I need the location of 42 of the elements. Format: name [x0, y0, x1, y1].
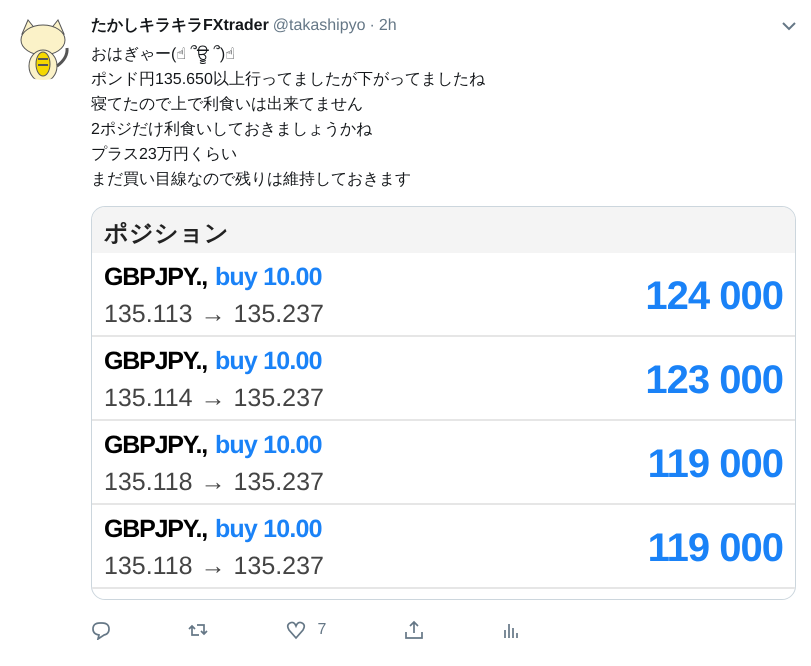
- tweet-text-line: ポンド円135.650以上行ってましたが下がってましたね: [91, 70, 486, 90]
- order-label: buy 10.00: [214, 430, 322, 460]
- profit-value: 123 000: [645, 357, 783, 404]
- reply-icon: [91, 620, 111, 640]
- tweet-text-line: プラス23万円くらい: [91, 144, 238, 165]
- profit-value: 124 000: [645, 273, 783, 320]
- timestamp[interactable]: 2h: [378, 14, 397, 38]
- price-label: 135.118: [104, 467, 193, 498]
- price-label: 135.237: [234, 551, 324, 582]
- price-label: 135.113: [104, 299, 193, 330]
- order-label: buy 10.00: [214, 262, 322, 292]
- display-name[interactable]: たかしキラキラFXtrader: [91, 14, 269, 38]
- symbol-label: GBPJPY.,: [104, 514, 207, 544]
- profit-value: 119 000: [648, 441, 783, 488]
- price-label: 135.118: [104, 551, 193, 582]
- attached-image[interactable]: ポジション GBPJPY., buy 10.00 135.113 → 135.237 124 000 GBPJPY., buy 10.00 135.114 → 135.237 123 000 GBPJPY., buy 10.00 135.118 → 135.237 119 000 GBPJPY., buy 10.00 135.118 → 135.237 119 000: [91, 206, 796, 600]
- separator-dot: ·: [370, 16, 375, 36]
- price-label: 135.237: [234, 467, 324, 498]
- chevron-down-icon[interactable]: [782, 22, 796, 30]
- tweet-text-line: 2ポジだけ利食いしておきましょうかね: [91, 120, 373, 140]
- card-title: ポジション: [104, 220, 229, 247]
- price-label: 135.237: [234, 383, 324, 414]
- symbol-label: GBPJPY.,: [104, 430, 207, 460]
- symbol-label: GBPJPY.,: [104, 346, 207, 376]
- profit-value: 119 000: [648, 525, 783, 572]
- tweet-text-line: まだ買い目線なので残りは維持しておきます: [91, 170, 412, 190]
- price-label: 135.114: [104, 383, 193, 414]
- order-label: buy 10.00: [214, 514, 322, 544]
- share-button[interactable]: [404, 618, 424, 642]
- symbol-label: GBPJPY.,: [104, 262, 207, 292]
- price-label: 135.237: [234, 299, 324, 330]
- heart-icon: [286, 620, 306, 640]
- tweet-text-line: 寝てたので上で利食いは出来てません: [91, 94, 364, 115]
- arrow-glyph: →: [200, 551, 226, 582]
- share-icon: [404, 620, 424, 640]
- arrow-glyph: →: [200, 383, 226, 414]
- tweet-text-line: おはぎゃー(☝ ՞ਊ ՞)☝: [91, 44, 236, 66]
- arrow-glyph: →: [200, 299, 226, 330]
- like-button[interactable]: 7: [286, 618, 326, 642]
- user-handle[interactable]: @takashipyo: [272, 14, 366, 38]
- arrow-glyph: →: [200, 467, 226, 498]
- order-label: buy 10.00: [214, 346, 322, 376]
